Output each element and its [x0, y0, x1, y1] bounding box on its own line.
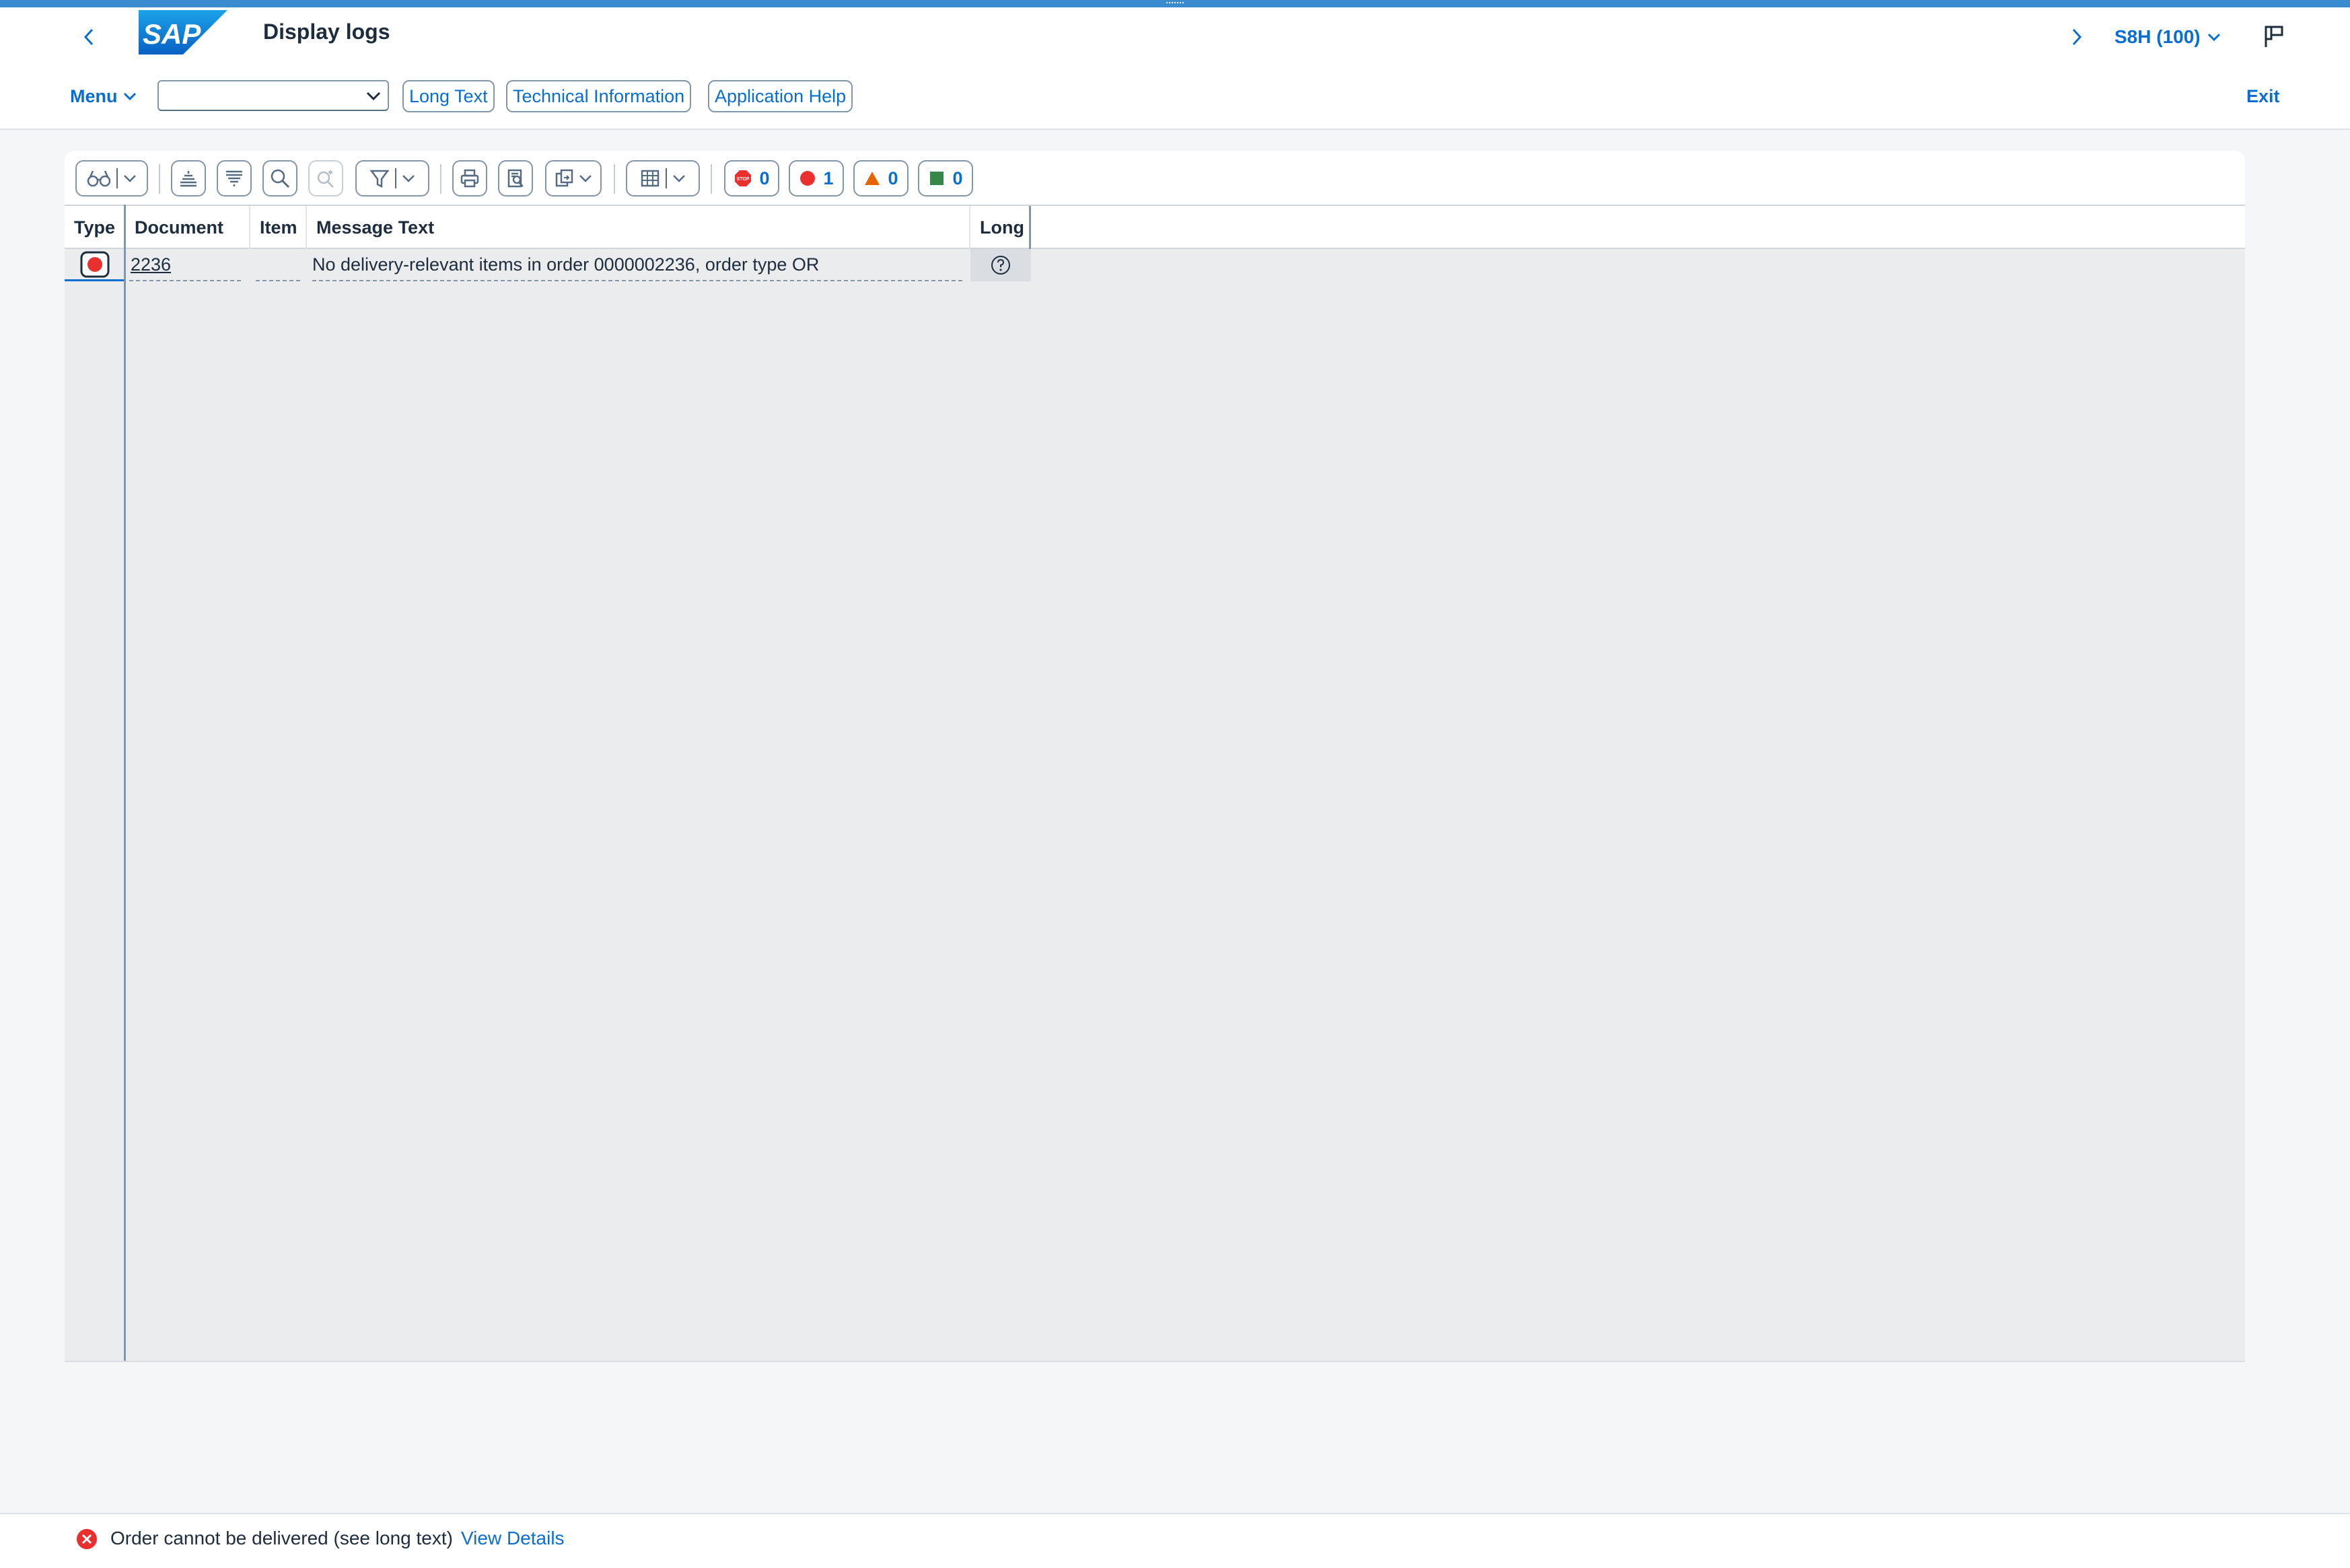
error-messages-filter[interactable]: 1 [789, 160, 844, 197]
message-bar: Order cannot be delivered (see long text… [0, 1513, 2350, 1568]
stop-messages-filter[interactable]: STOP 0 [724, 160, 779, 197]
search-icon [271, 169, 290, 188]
grid-toolbar: STOP 0 1 0 0 [65, 151, 2245, 205]
find-next-button[interactable] [308, 160, 343, 197]
settings-flag-icon [2265, 26, 2283, 47]
column-header-item[interactable]: Item [250, 206, 307, 249]
long-text-button[interactable]: Long Text [402, 80, 495, 112]
row-message-cell[interactable]: No delivery-relevant items in order 0000… [312, 249, 962, 281]
document-link[interactable]: 2236 [131, 254, 171, 275]
filter-button[interactable] [355, 160, 429, 197]
search-next-icon [317, 170, 334, 188]
stop-icon: STOP [735, 170, 752, 186]
warning-triangle-icon [865, 172, 880, 185]
sort-ascending-icon [180, 171, 197, 187]
row-long-text-cell[interactable] [970, 249, 1031, 281]
success-square-icon [930, 172, 944, 185]
forward-button[interactable] [2063, 21, 2090, 53]
resize-grip[interactable] [1166, 2, 1184, 6]
svg-text:STOP: STOP [737, 177, 750, 182]
back-button[interactable] [73, 21, 105, 53]
sap-logo: SAP [139, 10, 227, 55]
glasses-icon [87, 170, 111, 187]
layout-button[interactable] [626, 160, 700, 197]
chevron-down-icon [402, 175, 415, 182]
chevron-down-icon [123, 92, 136, 101]
grid-footer [65, 1361, 2245, 1378]
message-text: Order cannot be delivered (see long text… [110, 1528, 453, 1548]
view-details-link[interactable]: View Details [461, 1528, 565, 1549]
stop-count: 0 [759, 168, 770, 188]
shell-header: SAP Display logs S8H (100) [0, 7, 2350, 64]
menu-label: Menu [70, 85, 118, 106]
column-header-message-text[interactable]: Message Text [307, 206, 970, 249]
error-circle-x-icon [77, 1529, 97, 1549]
chevron-down-icon [2207, 33, 2220, 42]
table-body: 2236 No delivery-relevant items in order… [65, 249, 2245, 1361]
log-table: Type Document Item Message Text Long 223… [65, 205, 2245, 1378]
table-header: Type Document Item Message Text Long [65, 205, 2245, 249]
system-selector[interactable]: S8H (100) [2114, 21, 2221, 53]
column-header-type[interactable]: Type [65, 206, 125, 249]
help-icon [991, 256, 1010, 275]
success-messages-filter[interactable]: 0 [918, 160, 973, 197]
chevron-down-icon [673, 175, 685, 182]
menu-button[interactable]: Menu [70, 81, 137, 111]
warning-count: 0 [888, 168, 898, 188]
export-button[interactable] [545, 160, 602, 197]
row-document-cell[interactable]: 2236 [129, 249, 241, 281]
print-button[interactable] [452, 160, 487, 197]
error-icon [80, 251, 110, 277]
chevron-left-icon [83, 28, 94, 46]
application-toolbar: Menu Long Text Technical Information App… [0, 64, 2350, 130]
print-preview-button[interactable] [498, 160, 533, 197]
alv-grid-panel: STOP 0 1 0 0 Type Document Item Message … [65, 151, 2245, 1378]
chevron-down-icon [579, 175, 592, 182]
error-circle-icon [800, 171, 816, 186]
sort-descending-button[interactable] [217, 160, 252, 197]
print-preview-icon [507, 169, 524, 188]
page-title: Display logs [263, 20, 390, 44]
table-layout-icon [641, 170, 660, 187]
table-row[interactable]: 2236 No delivery-relevant items in order… [65, 249, 1031, 281]
sort-ascending-button[interactable] [171, 160, 206, 197]
row-item-cell[interactable] [256, 249, 300, 281]
svg-text:SAP: SAP [143, 18, 201, 50]
warning-messages-filter[interactable]: 0 [853, 160, 909, 197]
user-settings-button[interactable] [2257, 20, 2291, 53]
sort-descending-icon [226, 170, 242, 186]
details-button[interactable] [75, 160, 148, 197]
system-label: S8H (100) [2114, 26, 2201, 47]
chevron-right-icon [2072, 28, 2082, 46]
technical-information-button[interactable]: Technical Information [506, 80, 692, 112]
shell-top-line [0, 0, 2350, 7]
filter-icon [369, 170, 390, 188]
exit-button[interactable]: Exit [2246, 81, 2280, 111]
row-type-cell[interactable] [65, 249, 125, 281]
find-button[interactable] [262, 160, 297, 197]
column-header-document[interactable]: Document [125, 206, 250, 249]
error-count: 1 [823, 168, 834, 188]
print-icon [460, 169, 479, 188]
fixed-column-divider [124, 205, 126, 1377]
column-header-long[interactable]: Long [970, 206, 1031, 249]
command-field[interactable] [157, 80, 389, 111]
success-count: 0 [952, 168, 963, 188]
chevron-down-icon [124, 175, 136, 182]
application-help-button[interactable]: Application Help [708, 80, 853, 112]
chevron-down-icon[interactable] [365, 87, 382, 104]
export-icon [555, 169, 573, 187]
